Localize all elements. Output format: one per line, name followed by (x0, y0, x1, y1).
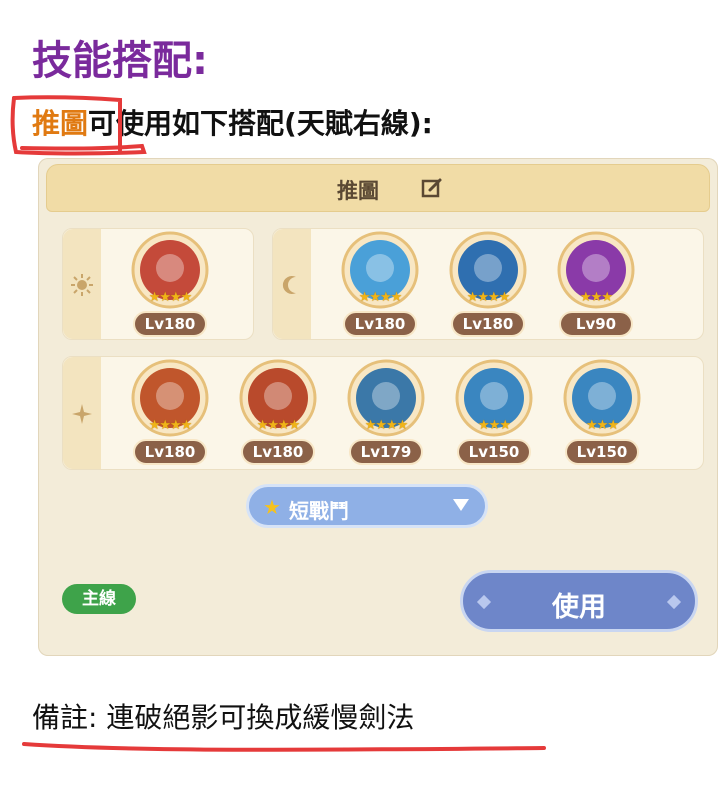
skill-level-badge: Lv150 (457, 439, 531, 465)
edit-icon[interactable] (421, 177, 443, 199)
moon-icon (282, 276, 296, 294)
skill-slot[interactable]: ★★★★ Lv179 (341, 359, 431, 467)
skill-stars: ★★★★ (148, 290, 193, 305)
red-annotation-box (10, 95, 147, 156)
skill-slot[interactable]: ★★★★ Lv180 (335, 231, 425, 339)
page-heading: 技能搭配: (32, 38, 208, 84)
skill-slot[interactable]: ★★★ Lv150 (557, 359, 647, 467)
skill-group-sun: ★★★★ Lv180 (62, 228, 254, 340)
skill-stars: ★★★★ (148, 418, 193, 433)
skill-group-moon: ★★★★ Lv180 ★★★★ Lv180 ★★★ Lv90 (272, 228, 704, 340)
skill-stars: ★★★★ (364, 418, 409, 433)
skill-slot[interactable]: ★★★★ Lv180 (233, 359, 323, 467)
skill-slot[interactable]: ★★★ Lv150 (449, 359, 539, 467)
note-text: 備註: 連破絕影可換成緩慢劍法 (32, 701, 415, 734)
red-annotation-underline (22, 742, 546, 752)
skill-stars: ★★★ (580, 290, 613, 305)
skill-stars: ★★★ (478, 418, 511, 433)
skill-stars: ★★★★ (358, 290, 403, 305)
route-badge: 主線 (62, 584, 136, 614)
skill-slot[interactable]: ★★★★ Lv180 (125, 231, 215, 339)
skill-stars: ★★★ (586, 418, 619, 433)
skill-slot[interactable]: ★★★ Lv90 (551, 231, 641, 339)
skill-stars: ★★★★ (256, 418, 301, 433)
skill-level-badge: Lv180 (451, 311, 525, 337)
skill-group-star: ★★★★ Lv180 ★★★★ Lv180 ★★★★ Lv179 ★★★ Lv150 ★★★ Lv… (62, 356, 704, 470)
sparkle-icon (72, 404, 92, 424)
skill-level-badge: Lv150 (565, 439, 639, 465)
skill-level-badge: Lv180 (343, 311, 417, 337)
skill-slot[interactable]: ★★★★ Lv180 (443, 231, 533, 339)
use-button-label: 使用 (552, 592, 606, 623)
skill-level-badge: Lv180 (241, 439, 315, 465)
use-button[interactable]: 使用 (460, 570, 698, 632)
panel-header: 推圖 (46, 164, 710, 212)
skill-slot[interactable]: ★★★★ Lv180 (125, 359, 215, 467)
weapon-type-select[interactable]: ★ 短戰鬥 (246, 484, 488, 528)
skill-level-badge: Lv180 (133, 439, 207, 465)
skill-level-badge: Lv180 (133, 311, 207, 337)
chevron-down-icon (453, 499, 469, 511)
sun-icon (71, 274, 93, 296)
skill-level-badge: Lv179 (349, 439, 423, 465)
loadout-name: 推圖 (337, 179, 379, 203)
star-icon: ★ (263, 495, 281, 519)
skill-level-badge: Lv90 (559, 311, 633, 337)
skill-stars: ★★★★ (466, 290, 511, 305)
weapon-type-value: 短戰鬥 (289, 499, 349, 523)
